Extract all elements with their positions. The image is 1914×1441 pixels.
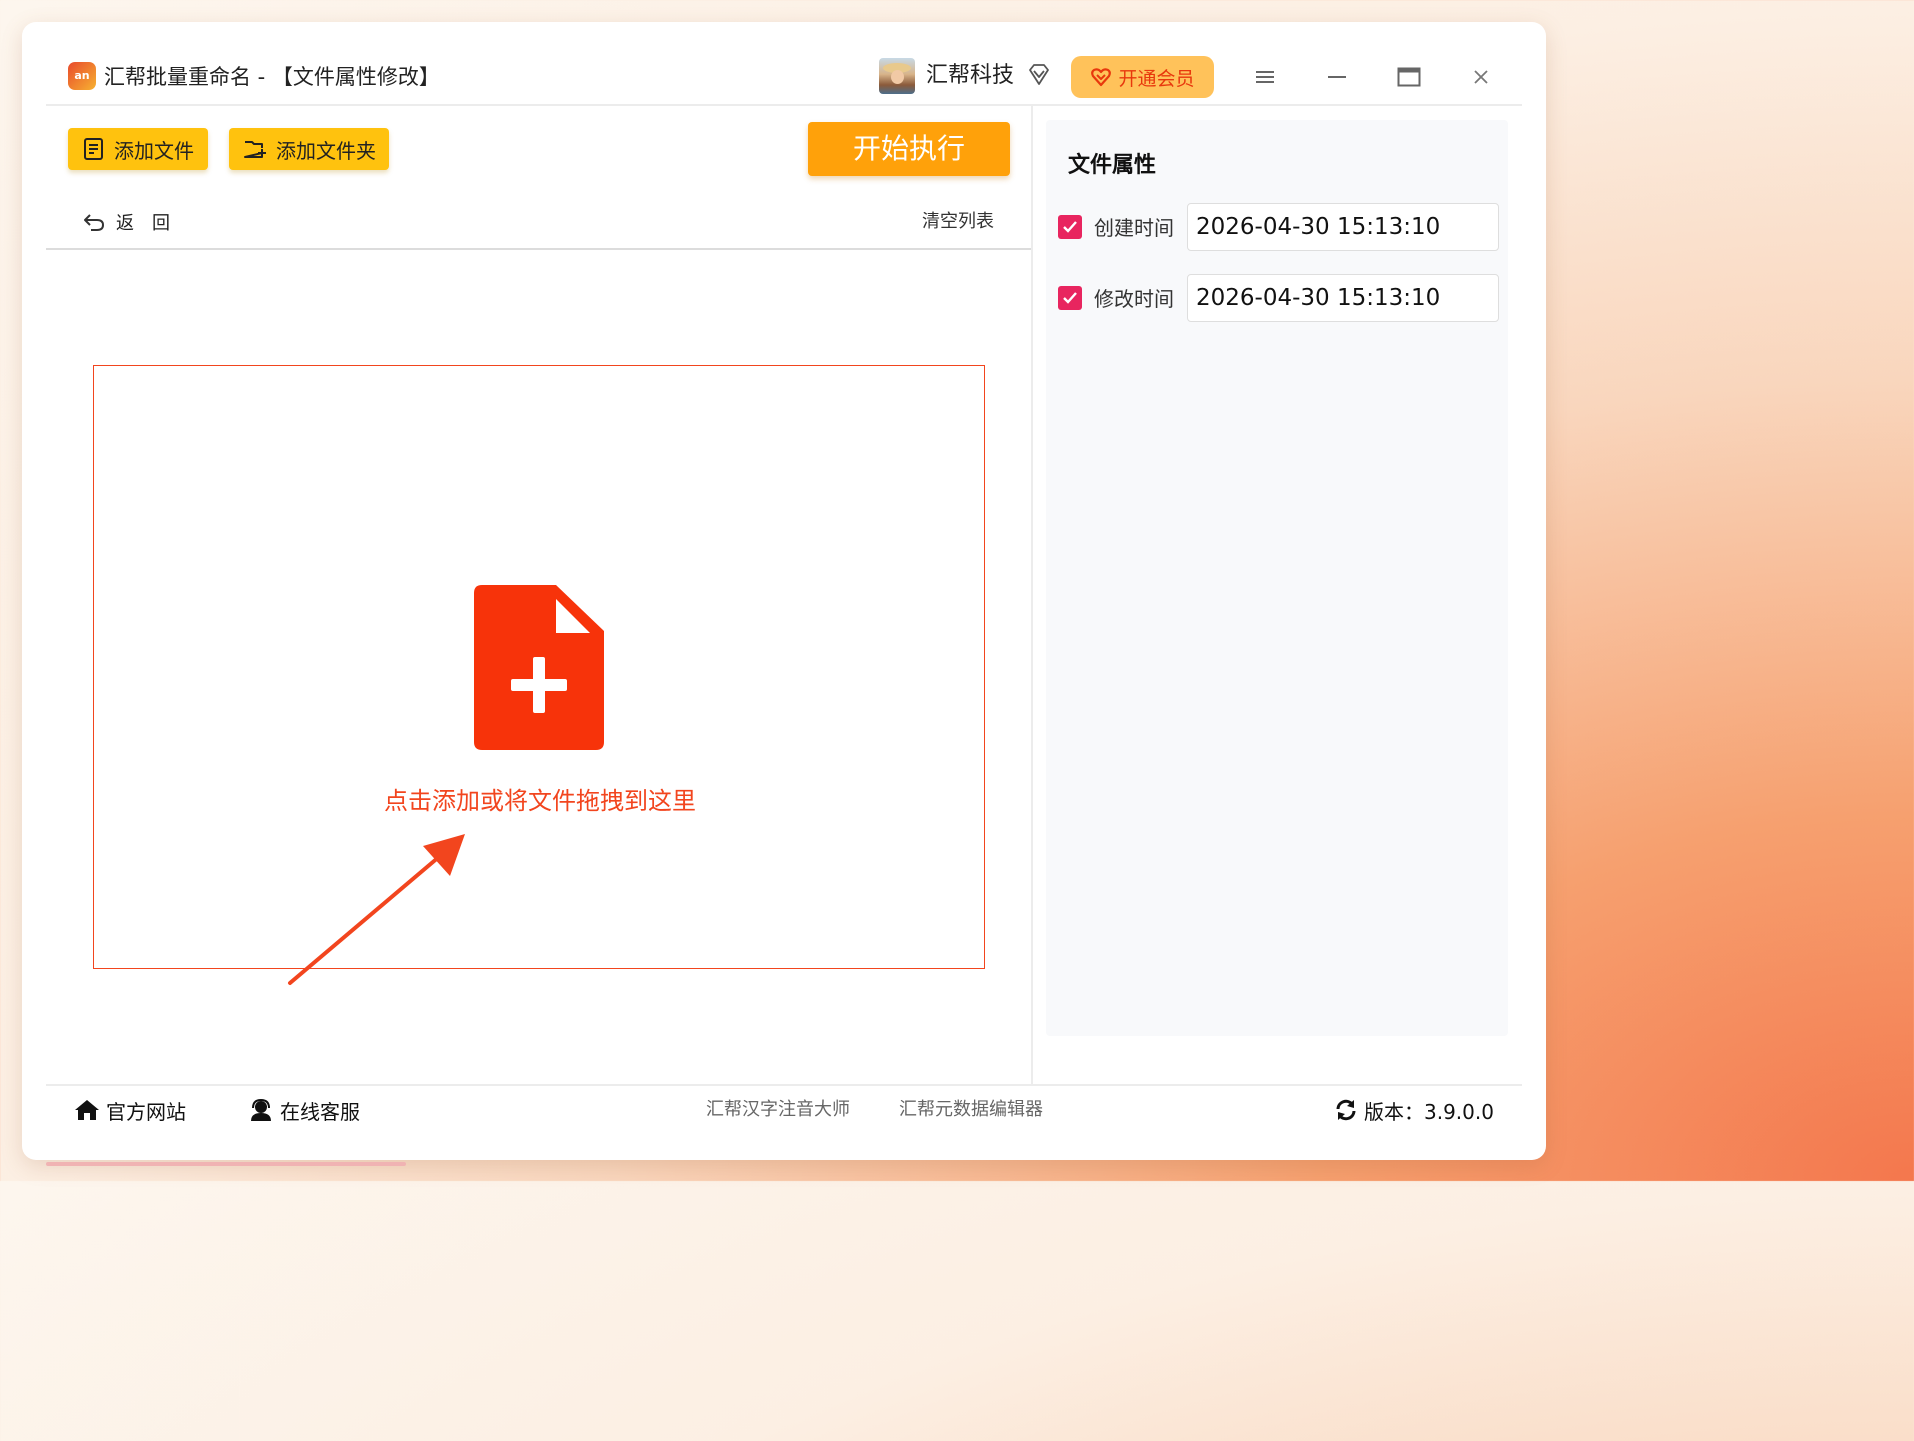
created-time-label: 创建时间 xyxy=(1094,216,1174,240)
menu-icon[interactable] xyxy=(1247,60,1283,94)
close-icon[interactable] xyxy=(1463,60,1499,94)
vip-heart-icon xyxy=(1091,68,1112,87)
created-time-input[interactable] xyxy=(1187,203,1499,251)
properties-title: 文件属性 xyxy=(1068,153,1157,178)
footer-link-metadata[interactable]: 汇帮元数据编辑器 xyxy=(899,1096,1043,1124)
online-support-label: 在线客服 xyxy=(280,1099,360,1124)
pointer-arrow-icon xyxy=(288,834,465,985)
dropzone-prompt[interactable]: 点击添加或将文件拖拽到这里 xyxy=(370,782,710,820)
online-support-link[interactable]: 在线客服 xyxy=(248,1094,360,1126)
undo-icon xyxy=(84,214,105,231)
check-icon xyxy=(1063,221,1077,233)
add-folder-button[interactable]: 添加文件夹 xyxy=(229,128,389,170)
scroll-indicator xyxy=(46,1162,406,1166)
list-divider xyxy=(46,248,1031,250)
back-button[interactable]: 返 回 xyxy=(82,208,170,236)
modified-time-checkbox[interactable] xyxy=(1058,286,1082,310)
vip-label: 开通会员 xyxy=(1118,67,1195,90)
add-file-icon[interactable] xyxy=(474,585,604,750)
check-icon xyxy=(1063,292,1077,304)
home-icon xyxy=(75,1100,99,1120)
modified-time-label: 修改时间 xyxy=(1094,287,1174,311)
folder-add-icon xyxy=(244,141,266,158)
add-file-label: 添加文件 xyxy=(114,138,194,163)
minimize-icon[interactable] xyxy=(1319,60,1355,94)
support-agent-icon xyxy=(251,1098,271,1121)
app-logo: an xyxy=(68,62,96,90)
panel-divider xyxy=(1031,106,1033,1086)
add-folder-label: 添加文件夹 xyxy=(276,138,376,163)
file-list-icon xyxy=(84,138,103,160)
version-label: 版本：3.9.0.0 xyxy=(1364,1099,1494,1124)
back-label: 返 回 xyxy=(116,213,170,234)
start-button[interactable]: 开始执行 xyxy=(808,122,1010,176)
official-website-label: 官方网站 xyxy=(106,1099,186,1124)
official-website-link[interactable]: 官方网站 xyxy=(74,1094,186,1126)
properties-panel xyxy=(1046,120,1508,1036)
title-divider xyxy=(46,104,1522,106)
window-title: 汇帮批量重命名 - 【文件属性修改】 xyxy=(104,65,440,89)
created-time-checkbox[interactable] xyxy=(1058,215,1082,239)
version-info[interactable]: 版本：3.9.0.0 xyxy=(1334,1094,1494,1126)
add-file-button[interactable]: 添加文件 xyxy=(68,128,208,170)
username[interactable]: 汇帮科技 xyxy=(926,60,1014,92)
clear-list-button[interactable]: 清空列表 xyxy=(922,208,994,236)
footer-link-pinyin[interactable]: 汇帮汉字注音大师 xyxy=(706,1096,850,1124)
footer-divider xyxy=(46,1084,1522,1086)
refresh-icon xyxy=(1336,1099,1356,1121)
maximize-icon[interactable] xyxy=(1391,60,1427,94)
diamond-icon[interactable] xyxy=(1026,62,1052,88)
modified-time-input[interactable] xyxy=(1187,274,1499,322)
avatar[interactable] xyxy=(879,58,915,94)
vip-button[interactable]: 开通会员 xyxy=(1071,56,1214,98)
